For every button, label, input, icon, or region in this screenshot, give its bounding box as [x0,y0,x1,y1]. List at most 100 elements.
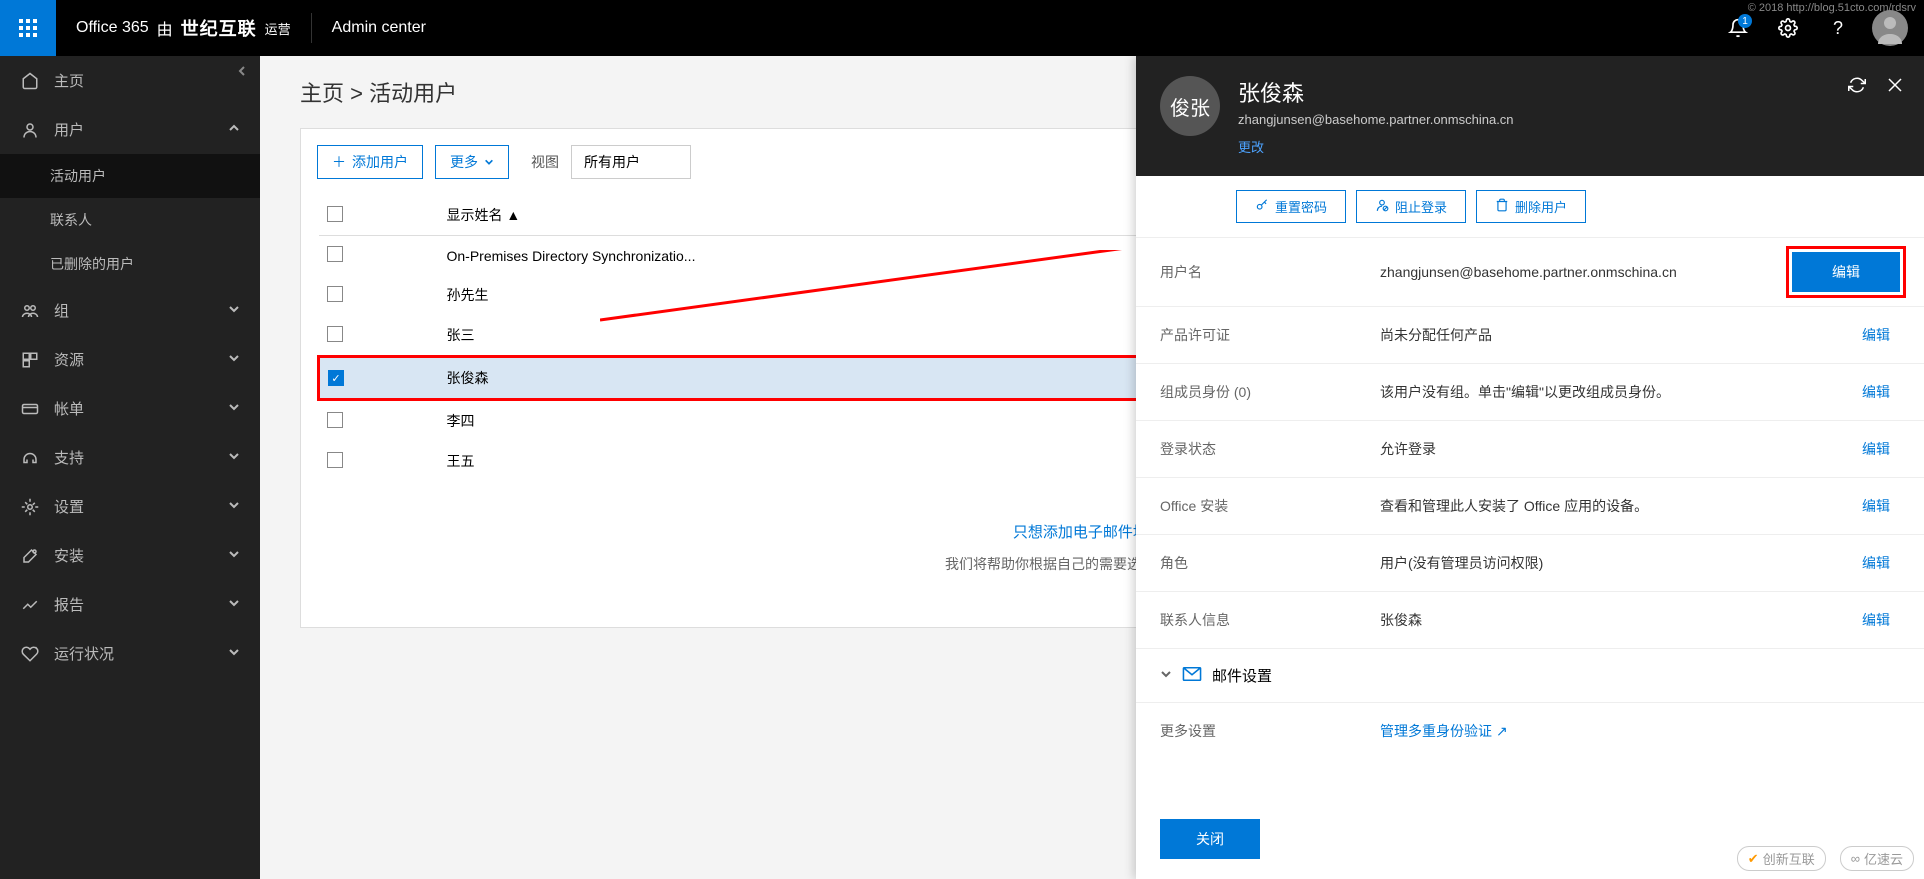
more-label: 更多 [450,152,478,172]
row-checkbox[interactable] [327,452,343,468]
sidebar-item-label: 报告 [54,594,84,615]
add-user-button[interactable]: ＋ 添加用户 [317,145,423,179]
key-icon [1255,198,1269,215]
chevron-down-icon [228,400,240,417]
delete-user-label: 删除用户 [1515,197,1567,216]
change-link[interactable]: 更改 [1238,137,1514,156]
top-bar: Office 365 由 世纪互联 运营 Admin center 1 ? [0,0,1924,56]
sidebar-item-health[interactable]: 运行状况 [0,629,260,678]
chevron-down-icon [228,596,240,613]
prop-groups: 组成员身份 (0) 该用户没有组。单击"编辑"以更改组成员身份。 编辑 [1136,364,1924,421]
user-avatar[interactable] [1872,10,1908,46]
sort-asc-icon: ▲ [506,207,520,223]
collapse-sidebar-button[interactable] [236,64,248,82]
prop-label: 联系人信息 [1160,610,1380,630]
mail-section-label: 邮件设置 [1212,665,1272,686]
sidebar-item-label: 安装 [54,545,84,566]
action-row: 重置密码 阻止登录 删除用户 [1136,176,1924,238]
brand: Office 365 由 世纪互联 运营 [56,15,311,41]
sidebar-sub-deleted-users[interactable]: 已删除的用户 [0,242,260,286]
edit-username-button[interactable]: 编辑 [1792,252,1900,292]
setup-icon [20,547,40,565]
health-icon [20,645,40,663]
panel-email: zhangjunsen@basehome.partner.onmschina.c… [1238,112,1514,127]
chevron-down-icon [1160,667,1172,684]
row-checkbox[interactable] [327,286,343,302]
block-icon [1375,198,1389,215]
chevron-down-icon [484,154,494,170]
edit-office-button[interactable]: 编辑 [1852,492,1900,520]
settings-button[interactable] [1772,12,1804,44]
notifications-button[interactable]: 1 [1722,12,1754,44]
reports-icon [20,596,40,614]
edit-groups-button[interactable]: 编辑 [1852,378,1900,406]
delete-user-button[interactable]: 删除用户 [1476,190,1586,223]
prop-contact: 联系人信息 张俊森 编辑 [1136,592,1924,649]
prop-value: 允许登录 [1380,439,1852,459]
reset-password-button[interactable]: 重置密码 [1236,190,1346,223]
mfa-link[interactable]: 管理多重身份验证 ↗ [1380,721,1508,741]
edit-contact-button[interactable]: 编辑 [1852,606,1900,634]
prop-label: 产品许可证 [1160,325,1380,345]
close-button[interactable]: 关闭 [1160,819,1260,859]
user-icon [20,121,40,139]
edit-role-button[interactable]: 编辑 [1852,549,1900,577]
sidebar-sub-active-users[interactable]: 活动用户 [0,154,260,198]
prop-role: 角色 用户(没有管理员访问权限) 编辑 [1136,535,1924,592]
col-display-name[interactable]: 显示姓名 [447,207,503,223]
sidebar-item-home[interactable]: 主页 [0,56,260,105]
sidebar-item-setup[interactable]: 安装 [0,531,260,580]
close-panel-button[interactable] [1886,76,1904,99]
admin-center-label[interactable]: Admin center [312,19,446,37]
edit-license-button[interactable]: 编辑 [1852,321,1900,349]
prop-label: 组成员身份 (0) [1160,382,1380,402]
mfa-link-label: 管理多重身份验证 [1380,721,1492,741]
prop-label: 用户名 [1160,262,1380,282]
row-checkbox[interactable]: ✓ [328,370,344,386]
waffle-icon [18,18,38,38]
refresh-icon [1848,76,1866,94]
sidebar-item-groups[interactable]: 组 [0,286,260,335]
sidebar-item-label: 资源 [54,349,84,370]
help-icon: ? [1833,18,1843,39]
breadcrumb-home[interactable]: 主页 [300,81,344,106]
chevron-down-icon [228,302,240,319]
sidebar-item-users[interactable]: 用户 [0,105,260,154]
block-signin-button[interactable]: 阻止登录 [1356,190,1466,223]
panel-header: 俊张 张俊森 zhangjunsen@basehome.partner.onms… [1136,56,1924,176]
row-checkbox[interactable] [327,412,343,428]
groups-icon [20,302,40,320]
sidebar-item-label: 主页 [54,70,84,91]
sidebar-item-billing[interactable]: 帐单 [0,384,260,433]
row-checkbox[interactable] [327,326,343,342]
close-icon [1886,76,1904,94]
sidebar-item-settings[interactable]: 设置 [0,482,260,531]
row-checkbox[interactable] [327,246,343,262]
prop-label: 角色 [1160,553,1380,573]
chevron-up-icon [228,121,240,138]
select-all-checkbox[interactable] [327,206,343,222]
sidebar-item-resources[interactable]: 资源 [0,335,260,384]
chevron-down-icon [228,351,240,368]
more-button[interactable]: 更多 [435,145,509,179]
help-button[interactable]: ? [1822,12,1854,44]
app-launcher-button[interactable] [0,0,56,56]
breadcrumb-current: 活动用户 [369,81,457,106]
sidebar-sub-contacts[interactable]: 联系人 [0,198,260,242]
panel-body: 用户名 zhangjunsen@basehome.partner.onmschi… [1136,238,1924,799]
more-settings-row: 更多设置 管理多重身份验证 ↗ [1136,703,1924,759]
edit-signin-button[interactable]: 编辑 [1852,435,1900,463]
sidebar-item-label: 设置 [54,496,84,517]
mail-settings-section[interactable]: 邮件设置 [1136,649,1924,703]
sidebar-item-label: 支持 [54,447,84,468]
prop-label: 登录状态 [1160,439,1380,459]
chevron-down-icon [228,449,240,466]
sidebar-item-reports[interactable]: 报告 [0,580,260,629]
billing-icon [20,400,40,418]
breadcrumb-sep: > [350,81,363,106]
view-select[interactable]: 所有用户 [571,145,691,179]
refresh-button[interactable] [1848,76,1866,99]
support-icon [20,449,40,467]
sidebar-item-support[interactable]: 支持 [0,433,260,482]
user-detail-panel: 俊张 张俊森 zhangjunsen@basehome.partner.onms… [1136,56,1924,879]
